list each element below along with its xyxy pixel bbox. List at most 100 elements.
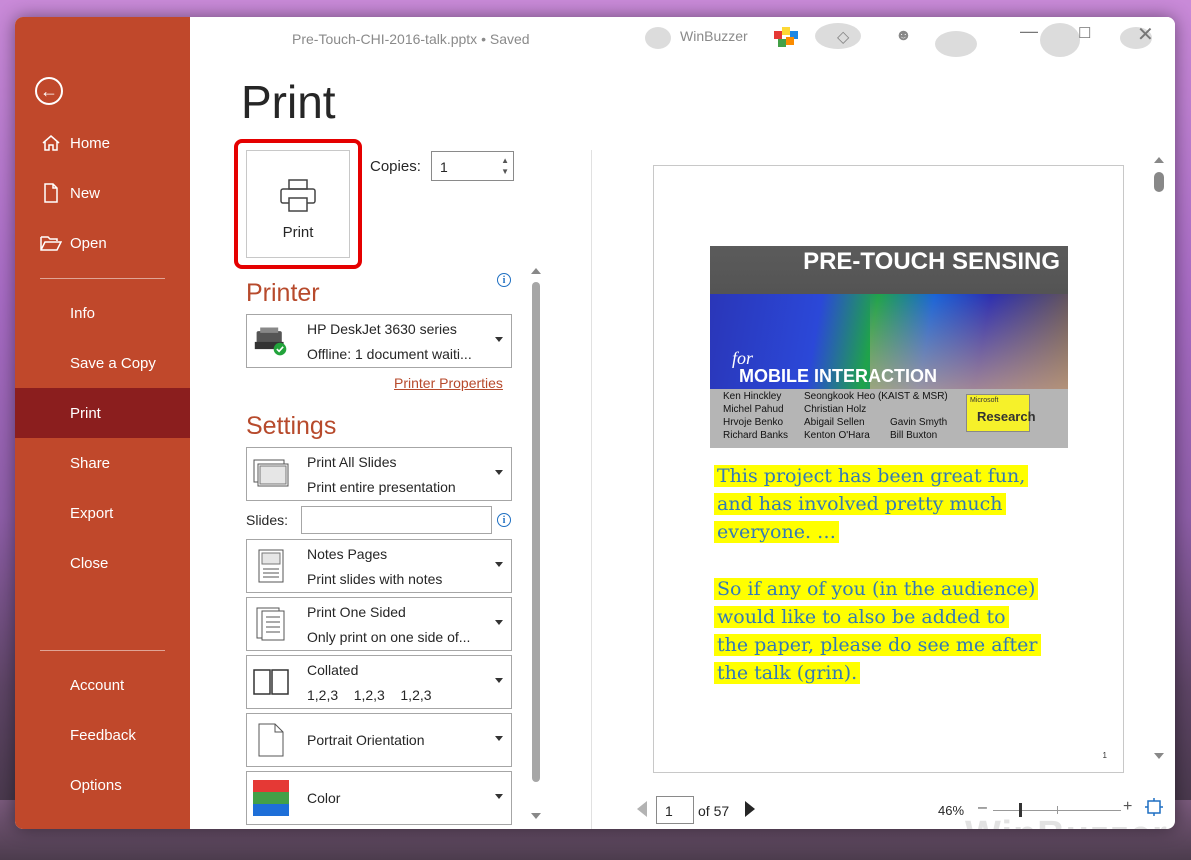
account-name[interactable]: WinBuzzer bbox=[680, 28, 748, 44]
zoom-slider[interactable] bbox=[993, 803, 1121, 817]
zoom-out-icon[interactable]: – bbox=[978, 799, 987, 817]
sidebar-item-share[interactable]: Share bbox=[15, 438, 190, 488]
print-layout-dropdown[interactable]: Notes Pages Print slides with notes bbox=[246, 539, 512, 593]
slider-tick bbox=[1057, 806, 1058, 814]
scroll-down-icon[interactable] bbox=[1154, 753, 1164, 759]
chevron-down-icon bbox=[495, 678, 503, 683]
back-arrow-icon[interactable]: ← bbox=[35, 77, 63, 105]
slides-input[interactable] bbox=[301, 506, 492, 534]
orientation-dropdown[interactable]: Portrait Orientation bbox=[246, 713, 512, 767]
copies-stepper[interactable]: 1 ▲ ▼ bbox=[431, 151, 514, 181]
print-layout-desc: Print slides with notes bbox=[307, 571, 443, 587]
preview-scrollbar[interactable] bbox=[1152, 155, 1166, 765]
printer-icon bbox=[279, 179, 317, 218]
notes-paragraph: This project has been great fun, and has… bbox=[714, 462, 1029, 546]
current-page: 1 bbox=[665, 803, 673, 819]
sidebar-item-home[interactable]: Home bbox=[15, 118, 190, 168]
settings-scrollbar[interactable] bbox=[529, 264, 543, 824]
document-title: Pre-Touch-CHI-2016-talk.pptx • Saved bbox=[292, 31, 530, 47]
minimize-icon[interactable]: — bbox=[1020, 21, 1038, 42]
notes-page-icon bbox=[253, 548, 289, 584]
scroll-down-icon[interactable] bbox=[531, 813, 541, 819]
collation-desc: 1,2,3 1,2,3 1,2,3 bbox=[307, 687, 432, 703]
sidebar-item-feedback[interactable]: Feedback bbox=[15, 710, 190, 760]
scroll-up-icon[interactable] bbox=[1154, 157, 1164, 163]
page-count: of 57 bbox=[698, 803, 730, 819]
slide-thumbnail: PRE-TOUCH SENSING for MOBILE INTERACTION… bbox=[710, 246, 1068, 448]
user-avatar[interactable] bbox=[772, 23, 800, 51]
watermark-logo: WinBuzzer bbox=[965, 814, 1168, 829]
author-name: Abigail Sellen bbox=[804, 417, 865, 428]
sidebar-item-account[interactable]: Account bbox=[15, 660, 190, 710]
print-range-title: Print All Slides bbox=[307, 454, 397, 470]
logo-big-text: Research bbox=[977, 409, 1036, 424]
page-number-input[interactable]: 1 bbox=[656, 796, 694, 824]
zoom-slider-knob[interactable] bbox=[1019, 803, 1022, 817]
chevron-down-icon bbox=[495, 794, 503, 799]
printer-properties-link[interactable]: Printer Properties bbox=[394, 375, 503, 391]
author-name: Ken Hinckley bbox=[723, 391, 782, 402]
notes-line: the paper, please do see me after bbox=[714, 634, 1041, 656]
portrait-page-icon bbox=[253, 722, 289, 758]
notes-paragraph: So if any of you (in the audience) would… bbox=[714, 575, 1041, 687]
sidebar-item-save-a-copy[interactable]: Save a Copy bbox=[15, 338, 190, 388]
zoom-in-icon[interactable]: + bbox=[1123, 798, 1132, 816]
sidebar-item-label: Export bbox=[70, 504, 114, 522]
sidebar-item-close[interactable]: Close bbox=[15, 538, 190, 588]
close-icon[interactable]: ✕ bbox=[1137, 22, 1154, 47]
color-swatch-icon bbox=[253, 780, 289, 816]
collation-dropdown[interactable]: Collated 1,2,3 1,2,3 1,2,3 bbox=[246, 655, 512, 709]
printer-section-title: Printer bbox=[246, 279, 320, 307]
print-range-dropdown[interactable]: Print All Slides Print entire presentati… bbox=[246, 447, 512, 501]
stepper-arrows-icon[interactable]: ▲ ▼ bbox=[501, 155, 509, 177]
sidebar-item-label: Close bbox=[70, 554, 109, 572]
sidebar-item-open[interactable]: Open bbox=[15, 218, 190, 268]
print-range-desc: Print entire presentation bbox=[307, 479, 456, 495]
sidebar-item-new[interactable]: New bbox=[15, 168, 190, 218]
printer-ready-icon bbox=[253, 323, 289, 359]
copies-value: 1 bbox=[440, 159, 448, 175]
info-icon[interactable]: i bbox=[497, 273, 511, 287]
printer-dropdown[interactable]: HP DeskJet 3630 series Offline: 1 docume… bbox=[246, 314, 512, 368]
author-name: Christian Holz bbox=[804, 404, 867, 415]
sidebar-item-label: Open bbox=[70, 234, 107, 252]
diamond-icon[interactable]: ◇ bbox=[837, 27, 849, 47]
print-sides-dropdown[interactable]: Print One Sided Only print on one side o… bbox=[246, 597, 512, 651]
home-icon bbox=[39, 134, 63, 152]
powerpoint-window: ← Home New Open Info Save a Copy Print S… bbox=[15, 17, 1175, 829]
color-dropdown[interactable]: Color bbox=[246, 771, 512, 825]
sidebar-item-label: Home bbox=[70, 134, 111, 152]
info-icon[interactable]: i bbox=[497, 513, 511, 527]
maximize-icon[interactable]: ☐ bbox=[1078, 24, 1091, 42]
sidebar-item-options[interactable]: Options bbox=[15, 760, 190, 810]
decorative-sea-theme-icon bbox=[935, 31, 977, 57]
slide-title: PRE-TOUCH SENSING bbox=[803, 248, 1060, 275]
notes-line: the talk (grin). bbox=[714, 662, 861, 684]
copies-label: Copies: bbox=[370, 158, 421, 175]
author-name: Seongkook Heo (KAIST & MSR) bbox=[804, 391, 948, 402]
author-name: Gavin Smyth bbox=[890, 417, 948, 428]
sidebar-item-label: Print bbox=[70, 404, 101, 422]
collated-icon bbox=[253, 664, 289, 700]
notes-line: would like to also be added to bbox=[714, 606, 1009, 628]
zoom-level[interactable]: 46% bbox=[938, 803, 964, 818]
print-button[interactable]: Print bbox=[246, 150, 350, 258]
new-document-icon bbox=[39, 183, 63, 203]
color-value: Color bbox=[307, 790, 341, 806]
previous-page-icon[interactable] bbox=[637, 801, 647, 817]
zoom-to-page-icon[interactable] bbox=[1145, 798, 1163, 816]
slide-subtitle: MOBILE INTERACTION bbox=[739, 366, 937, 386]
print-button-label: Print bbox=[282, 224, 314, 241]
scroll-up-icon[interactable] bbox=[531, 268, 541, 274]
author-name: Michel Pahud bbox=[723, 404, 784, 415]
sidebar-item-print[interactable]: Print bbox=[15, 388, 190, 438]
coauthor-icon[interactable]: ☻ bbox=[895, 27, 912, 45]
microsoft-research-logo: Microsoft Research bbox=[966, 394, 1036, 432]
next-page-icon[interactable] bbox=[745, 801, 755, 817]
sidebar-item-info[interactable]: Info bbox=[15, 288, 190, 338]
sidebar-item-label: Save a Copy bbox=[70, 354, 156, 372]
chevron-down-icon bbox=[495, 562, 503, 567]
scrollbar-thumb[interactable] bbox=[1154, 172, 1164, 192]
sidebar-item-export[interactable]: Export bbox=[15, 488, 190, 538]
scrollbar-thumb[interactable] bbox=[532, 282, 540, 782]
